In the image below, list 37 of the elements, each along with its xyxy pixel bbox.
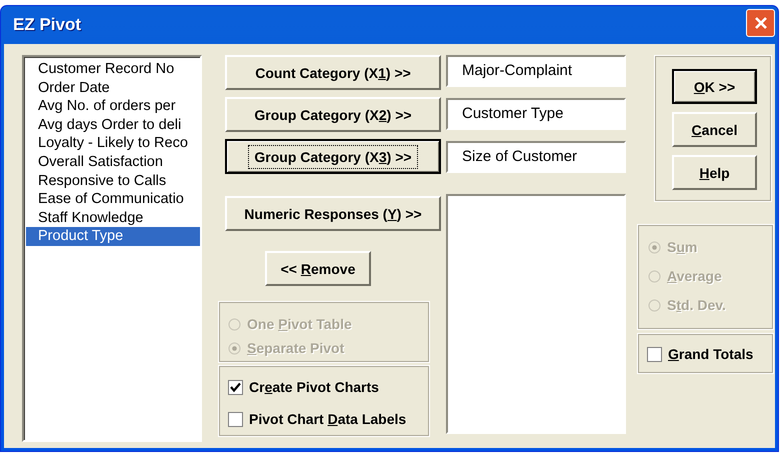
input-field[interactable]: Customer Type	[446, 98, 626, 130]
option-label: One Pivot Table	[247, 316, 352, 332]
checkbox[interactable]	[228, 380, 243, 394]
checkbox[interactable]	[647, 346, 662, 362]
list-item[interactable]: Avg days Order to deli	[26, 116, 200, 134]
assign-button[interactable]: Group Category (X2) >>	[225, 97, 441, 132]
input-field[interactable]: Size of Customer	[446, 141, 626, 173]
option-label: Sum	[667, 239, 698, 255]
option-label: Pivot Chart Data Labels	[249, 411, 406, 427]
dialog-button[interactable]: OK >>	[672, 69, 757, 104]
list-item[interactable]: Staff Knowledge	[26, 208, 200, 228]
list-item[interactable]: Overall Satisfaction	[26, 152, 200, 172]
assign-button[interactable]: Group Category (X3) >>	[225, 139, 441, 174]
option-label: Average	[667, 268, 722, 284]
list-item[interactable]: Customer Record No	[26, 60, 200, 79]
checkbox[interactable]	[228, 412, 243, 426]
variable-list[interactable]: Customer Record No Order Date Avg No. of orders per Avg days Order to deli Loyalty - Likely to Reco Overall Satisfaction Responsive to Calls Ease of Communicatio Staff Knowledge Product Type	[22, 55, 202, 442]
dialog-button[interactable]: Cancel	[672, 112, 757, 147]
dialog-button[interactable]: Help	[672, 155, 757, 190]
close-button[interactable]	[746, 9, 775, 37]
input-field[interactable]: Major-Complaint	[446, 55, 626, 87]
response-list[interactable]	[446, 194, 626, 434]
list-item[interactable]: Loyalty - Likely to Reco	[26, 134, 200, 153]
list-item[interactable]: Product Type	[26, 227, 200, 246]
assign-button[interactable]: Count Category (X1) >>	[225, 55, 441, 90]
assign-button[interactable]: Numeric Responses (Y) >>	[225, 196, 441, 231]
option-label: Std. Dev.	[667, 297, 726, 313]
list-item[interactable]: Responsive to Calls	[26, 172, 200, 190]
option-label: Separate Pivot	[247, 340, 344, 356]
remove-button[interactable]: << Remove	[265, 251, 371, 286]
list-item[interactable]: Order Date	[26, 78, 200, 98]
option-label: Grand Totals	[668, 346, 754, 362]
option-label: Create Pivot Charts	[249, 379, 379, 395]
list-item[interactable]: Avg No. of orders per	[26, 97, 200, 116]
window-title: EZ Pivot	[13, 15, 82, 35]
close-icon	[754, 16, 768, 30]
list-item[interactable]: Ease of Communicatio	[26, 190, 200, 209]
